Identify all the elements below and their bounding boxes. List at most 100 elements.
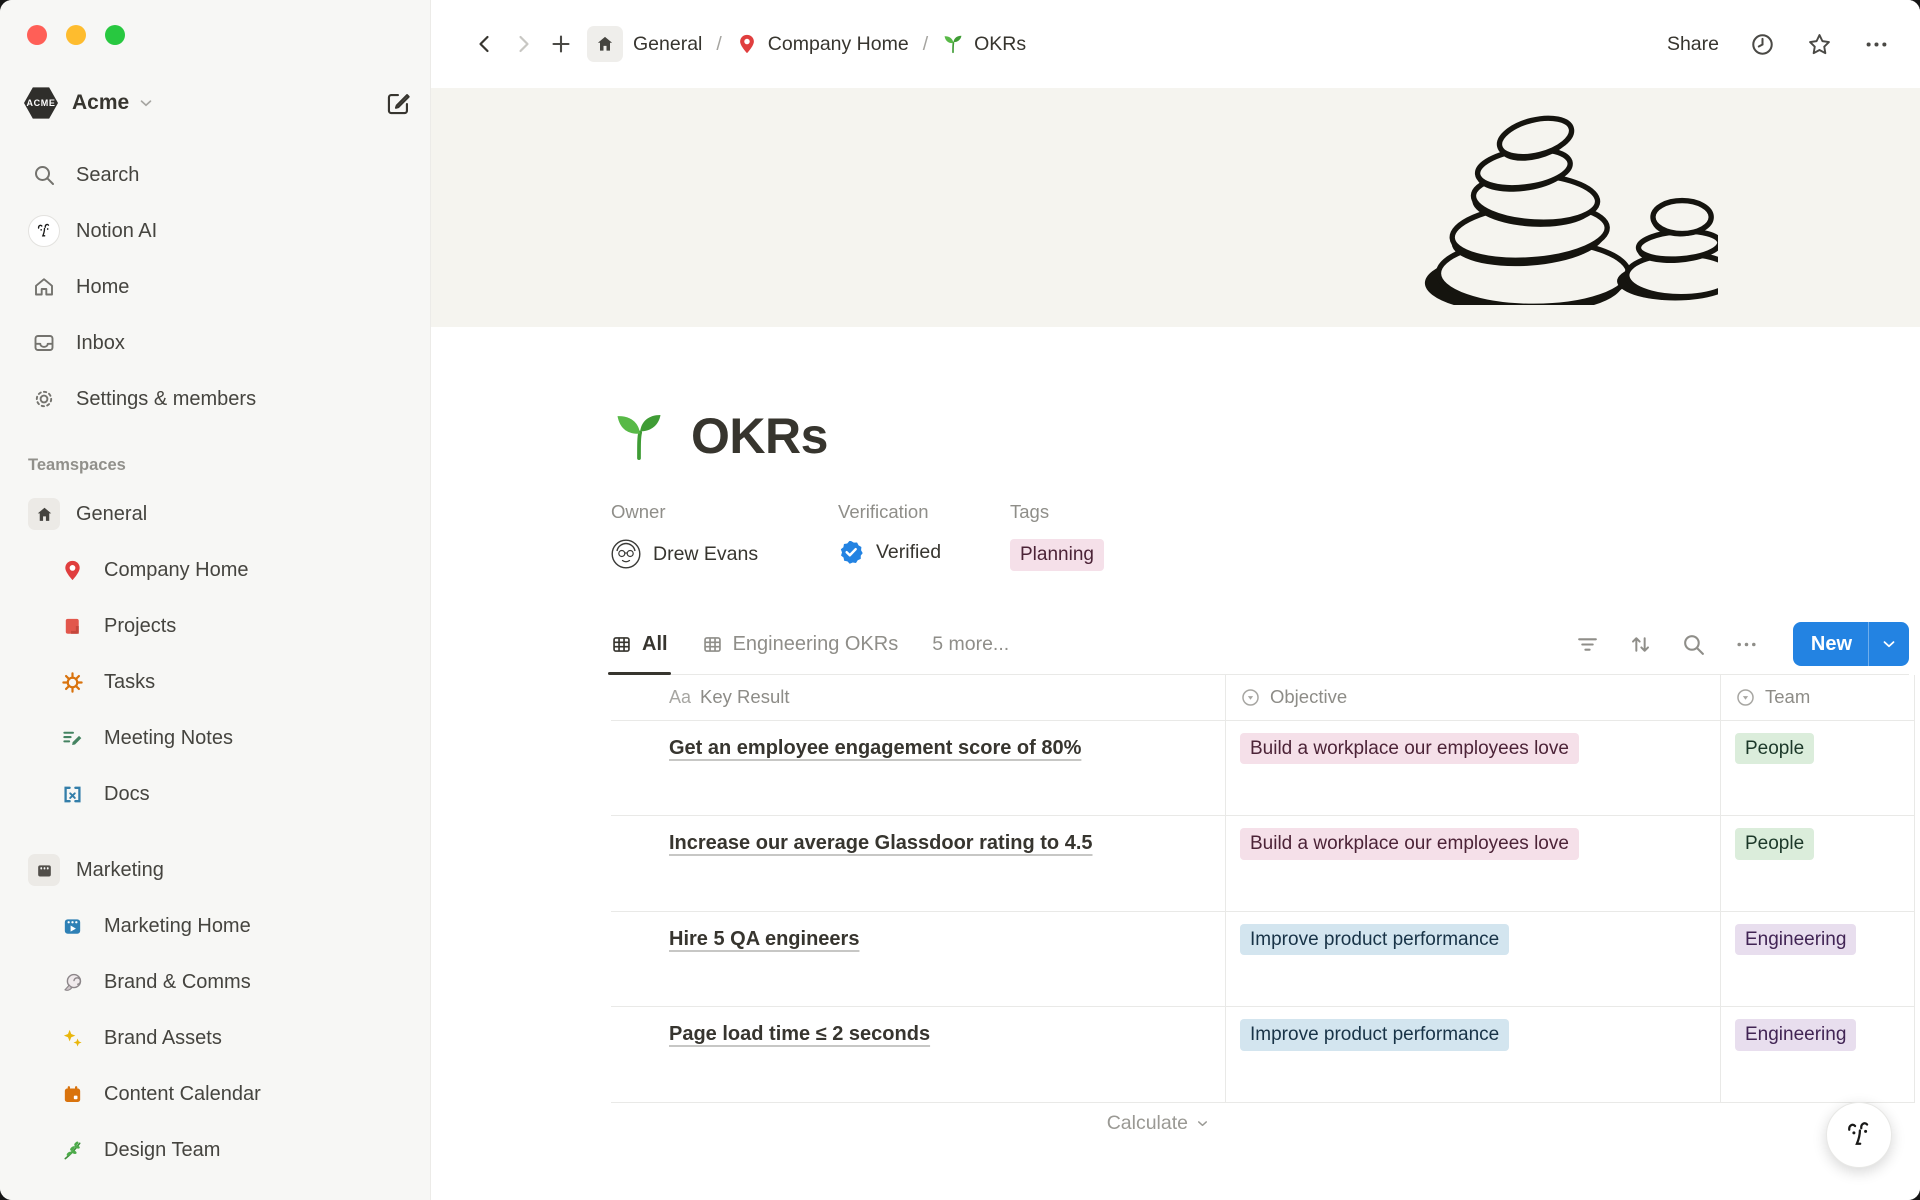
table-view-icon (611, 634, 632, 655)
minimize-window-button[interactable] (66, 25, 86, 45)
main-area: General / Company Home / OKRs (431, 0, 1920, 1200)
team-badge[interactable]: Engineering (1735, 1019, 1856, 1051)
property-verification-value[interactable]: Verified (838, 539, 1010, 565)
team-badge[interactable]: People (1735, 828, 1814, 860)
team-cell[interactable]: Engineering (1721, 912, 1915, 1007)
sidebar-item-label: Brand & Comms (104, 971, 251, 994)
sidebar-item-marketing-home[interactable]: Marketing Home (12, 901, 418, 951)
history-clock-icon[interactable] (1749, 31, 1776, 58)
key-result-title[interactable]: Get an employee engagement score of 80% (669, 737, 1081, 759)
team-badge[interactable]: People (1735, 733, 1814, 765)
sidebar-item-design-team[interactable]: Design Team (12, 1125, 418, 1175)
column-header-team[interactable]: Team (1721, 675, 1915, 720)
sidebar-item-docs[interactable]: Docs (12, 769, 418, 819)
page-cover[interactable] (431, 88, 1920, 327)
stacked-stones-illustration (1388, 100, 1718, 305)
key-result-title[interactable]: Hire 5 QA engineers (669, 928, 859, 950)
more-options-icon[interactable] (1863, 31, 1890, 58)
property-owner-value[interactable]: Drew Evans (611, 539, 838, 569)
objective-cell[interactable]: Build a workplace our employees love (1226, 721, 1721, 816)
breadcrumb-separator: / (716, 33, 721, 56)
objective-cell[interactable]: Improve product performance (1226, 912, 1721, 1007)
sidebar-item-label: Tasks (104, 671, 155, 694)
seashell-icon (56, 971, 88, 994)
page-body: OKRs Owner Drew Evans Verification (431, 407, 1920, 1145)
objective-badge[interactable]: Improve product performance (1240, 924, 1509, 956)
tag-badge[interactable]: Planning (1010, 539, 1104, 571)
table-header-row: Aa Key Result Objective Team (611, 675, 1915, 721)
tab-all[interactable]: All (611, 615, 668, 674)
objective-cell[interactable]: Build a workplace our employees love (1226, 816, 1721, 911)
sidebar-item-tasks[interactable]: Tasks (12, 657, 418, 707)
objective-cell[interactable]: Improve product performance (1226, 1007, 1721, 1102)
page-title[interactable]: OKRs (691, 407, 828, 465)
breadcrumb: General / Company Home / OKRs (473, 26, 1026, 62)
property-tags-value[interactable]: Planning (1010, 539, 1909, 571)
sidebar-item-settings[interactable]: Settings & members (12, 374, 418, 424)
filter-icon[interactable] (1575, 632, 1600, 657)
close-window-button[interactable] (27, 25, 47, 45)
property-tags: Tags Planning (1010, 501, 1909, 571)
key-result-title[interactable]: Increase our average Glassdoor rating to… (669, 832, 1093, 854)
notion-ai-fab[interactable] (1826, 1102, 1892, 1168)
breadcrumb-item-company-home[interactable]: Company Home (736, 33, 909, 56)
sidebar-item-label: Marketing Home (104, 915, 251, 938)
new-button-label[interactable]: New (1793, 622, 1868, 666)
sidebar-item-label: Brand Assets (104, 1027, 222, 1050)
sidebar-item-brand-comms[interactable]: Brand & Comms (12, 957, 418, 1007)
app-window: ACME Acme Search (0, 0, 1920, 1200)
column-header-label: Objective (1270, 686, 1347, 708)
search-icon[interactable] (1681, 632, 1706, 657)
breadcrumb-item-general[interactable]: General (587, 26, 702, 62)
sidebar-item-label: General (76, 503, 147, 526)
team-cell[interactable]: Engineering (1721, 1007, 1915, 1102)
sidebar-item-meeting-notes[interactable]: Meeting Notes (12, 713, 418, 763)
workspace-switcher[interactable]: ACME Acme (24, 80, 412, 126)
more-views-button[interactable]: 5 more... (932, 633, 1009, 656)
sidebar-item-brand-assets[interactable]: Brand Assets (12, 1013, 418, 1063)
compose-icon[interactable] (385, 90, 412, 117)
sidebar-item-general[interactable]: General (12, 489, 418, 539)
forward-icon[interactable] (511, 32, 535, 56)
new-page-plus-icon[interactable] (549, 32, 573, 56)
property-owner: Owner Drew Evans (611, 501, 838, 571)
column-header-objective[interactable]: Objective (1226, 675, 1721, 720)
sidebar-item-projects[interactable]: Projects (12, 601, 418, 651)
back-icon[interactable] (473, 32, 497, 56)
zoom-window-button[interactable] (105, 25, 125, 45)
objective-badge[interactable]: Improve product performance (1240, 1019, 1509, 1051)
sidebar-item-notion-ai[interactable]: Notion AI (12, 206, 418, 256)
share-button[interactable]: Share (1667, 33, 1719, 56)
sort-icon[interactable] (1628, 632, 1653, 657)
key-result-title[interactable]: Page load time ≤ 2 seconds (669, 1023, 930, 1045)
notes-pencil-icon (56, 727, 88, 750)
breadcrumb-item-okrs[interactable]: OKRs (942, 33, 1026, 56)
sidebar-item-search[interactable]: Search (12, 150, 418, 200)
seedling-page-icon[interactable] (611, 408, 667, 464)
table-row: Hire 5 QA engineers Improve product perf… (611, 912, 1915, 1008)
property-verification: Verification Verified (838, 501, 1010, 571)
sidebar-item-marketing[interactable]: Marketing (12, 845, 418, 895)
sidebar-item-inbox[interactable]: Inbox (12, 318, 418, 368)
more-options-icon[interactable] (1734, 632, 1759, 657)
objective-badge[interactable]: Build a workplace our employees love (1240, 733, 1579, 765)
calculate-button[interactable]: Calculate (1107, 1112, 1210, 1135)
team-cell[interactable]: People (1721, 816, 1915, 911)
favorite-star-icon[interactable] (1806, 31, 1833, 58)
window-controls (27, 25, 125, 45)
team-cell[interactable]: People (1721, 721, 1915, 816)
home-icon (28, 275, 60, 299)
page-properties: Owner Drew Evans Verification Ver (611, 501, 1909, 571)
sidebar-item-content-calendar[interactable]: Content Calendar (12, 1069, 418, 1119)
select-property-icon (1240, 687, 1261, 708)
column-header-key-result[interactable]: Aa Key Result (611, 675, 1226, 720)
objective-badge[interactable]: Build a workplace our employees love (1240, 828, 1579, 860)
tab-engineering-okrs[interactable]: Engineering OKRs (702, 615, 899, 674)
team-badge[interactable]: Engineering (1735, 924, 1856, 956)
chevron-down-icon[interactable] (1868, 622, 1909, 666)
sidebar-item-company-home[interactable]: Company Home (12, 545, 418, 595)
sidebar-item-home[interactable]: Home (12, 262, 418, 312)
new-button[interactable]: New (1793, 622, 1909, 666)
table-footer: Calculate (611, 1103, 1226, 1145)
seedling-icon (942, 33, 964, 55)
